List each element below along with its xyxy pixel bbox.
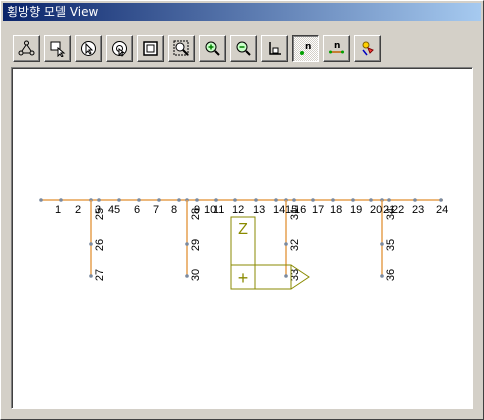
move-button[interactable]	[44, 35, 71, 62]
svg-text:n: n	[305, 42, 311, 52]
node-label: 20	[370, 204, 382, 216]
node-point[interactable]	[254, 198, 258, 202]
element-label: 26	[94, 239, 106, 251]
zoom-in-icon	[205, 41, 220, 56]
node-point[interactable]	[284, 274, 288, 278]
element-label: 28	[190, 208, 202, 220]
node-point[interactable]	[351, 198, 355, 202]
zoom-window-icon	[173, 40, 189, 56]
node-point[interactable]	[177, 198, 181, 202]
node-number-button[interactable]: n	[292, 35, 319, 62]
support-button[interactable]	[354, 35, 381, 62]
node-label: 11	[213, 204, 224, 216]
zoom-extent-icon	[143, 41, 158, 56]
node-point[interactable]	[59, 198, 63, 202]
element-label: 36	[385, 269, 397, 281]
node-point[interactable]	[195, 198, 199, 202]
node-label: 24	[436, 204, 448, 216]
node-point[interactable]	[157, 198, 161, 202]
node-point[interactable]	[369, 198, 373, 202]
element-label: 25	[94, 208, 106, 220]
node-point[interactable]	[185, 242, 189, 246]
element-label: 35	[385, 239, 397, 251]
element-label: 27	[94, 269, 106, 281]
node-label: 12	[232, 204, 244, 216]
node-label: 5	[114, 204, 120, 216]
zoom-out-button[interactable]	[230, 35, 257, 62]
zoom-out-icon	[236, 41, 251, 56]
move-cursor-icon	[50, 41, 66, 57]
axis-button[interactable]	[261, 35, 288, 62]
rotate-button[interactable]	[106, 35, 133, 62]
model-canvas[interactable]: 1 2 3 4 5 6 7 8 9 10 11 12 13 14 15 16 17 18 19 20 21 22 23 24 2…	[12, 68, 472, 408]
node-point[interactable]	[284, 242, 288, 246]
node-select-button[interactable]	[13, 35, 40, 62]
node-point[interactable]	[97, 198, 101, 202]
node-label: 17	[312, 204, 324, 216]
canvas-frame: 1 2 3 4 5 6 7 8 9 10 11 12 13 14 15 16 17 18 19 20 21 22 23 24 2…	[11, 67, 473, 409]
zoom-window-button[interactable]	[168, 35, 195, 62]
axis-bottom-glyph: +	[238, 268, 249, 288]
toolbar: n n	[11, 35, 391, 65]
node-label: 23	[412, 204, 424, 216]
element-number-icon: n	[329, 41, 344, 54]
node-label: 2	[75, 204, 81, 216]
node-point[interactable]	[331, 198, 335, 202]
node-label: 14	[273, 204, 285, 216]
element-label: 29	[190, 239, 202, 251]
axis-top-glyph: Z	[238, 221, 248, 238]
pointer-button[interactable]	[75, 35, 102, 62]
element-label: 34	[385, 208, 397, 220]
node-label: 18	[330, 204, 342, 216]
element-number-button[interactable]: n	[323, 35, 350, 62]
node-point[interactable]	[117, 198, 121, 202]
node-select-icon	[18, 40, 35, 56]
node-point[interactable]	[380, 242, 384, 246]
title-bar[interactable]: 횡방향 모델 View	[3, 3, 481, 21]
rotate-circle-icon	[112, 41, 127, 57]
node-label: 1	[55, 204, 61, 216]
support-icon	[362, 41, 374, 56]
node-label: 19	[350, 204, 362, 216]
node-point[interactable]	[185, 274, 189, 278]
node-point[interactable]	[380, 274, 384, 278]
node-point[interactable]	[89, 242, 93, 246]
node-point[interactable]	[274, 198, 278, 202]
node-point[interactable]	[439, 198, 443, 202]
pointer-circle-icon	[81, 41, 96, 56]
element-label: 32	[289, 239, 301, 251]
node-label: 6	[134, 204, 140, 216]
node-point[interactable]	[39, 198, 43, 202]
node-point[interactable]	[292, 198, 296, 202]
node-point[interactable]	[387, 198, 391, 202]
node-label: 8	[171, 204, 177, 216]
zoom-in-button[interactable]	[199, 35, 226, 62]
model-view-window: 횡방향 모델 View n n 1 2 3 4 5 6 7 8 9 10 11 …	[0, 0, 484, 420]
node-point[interactable]	[413, 198, 417, 202]
element-label: 31	[289, 208, 301, 220]
node-point[interactable]	[233, 198, 237, 202]
zoom-all-button[interactable]	[137, 35, 164, 62]
node-point[interactable]	[311, 198, 315, 202]
node-point[interactable]	[89, 274, 93, 278]
node-label: 7	[153, 204, 159, 216]
element-label: 30	[190, 269, 202, 281]
model-drawing: 1 2 3 4 5 6 7 8 9 1011 12 13 14 1516 17 18 19 20 2122 23 242…	[39, 198, 448, 290]
node-label: 13	[253, 204, 265, 216]
window-title: 횡방향 모델 View	[7, 5, 99, 19]
node-point[interactable]	[214, 198, 218, 202]
node-number-icon: n	[300, 42, 311, 55]
axis-icon	[269, 42, 281, 55]
node-point[interactable]	[137, 198, 141, 202]
svg-text:n: n	[334, 41, 340, 51]
